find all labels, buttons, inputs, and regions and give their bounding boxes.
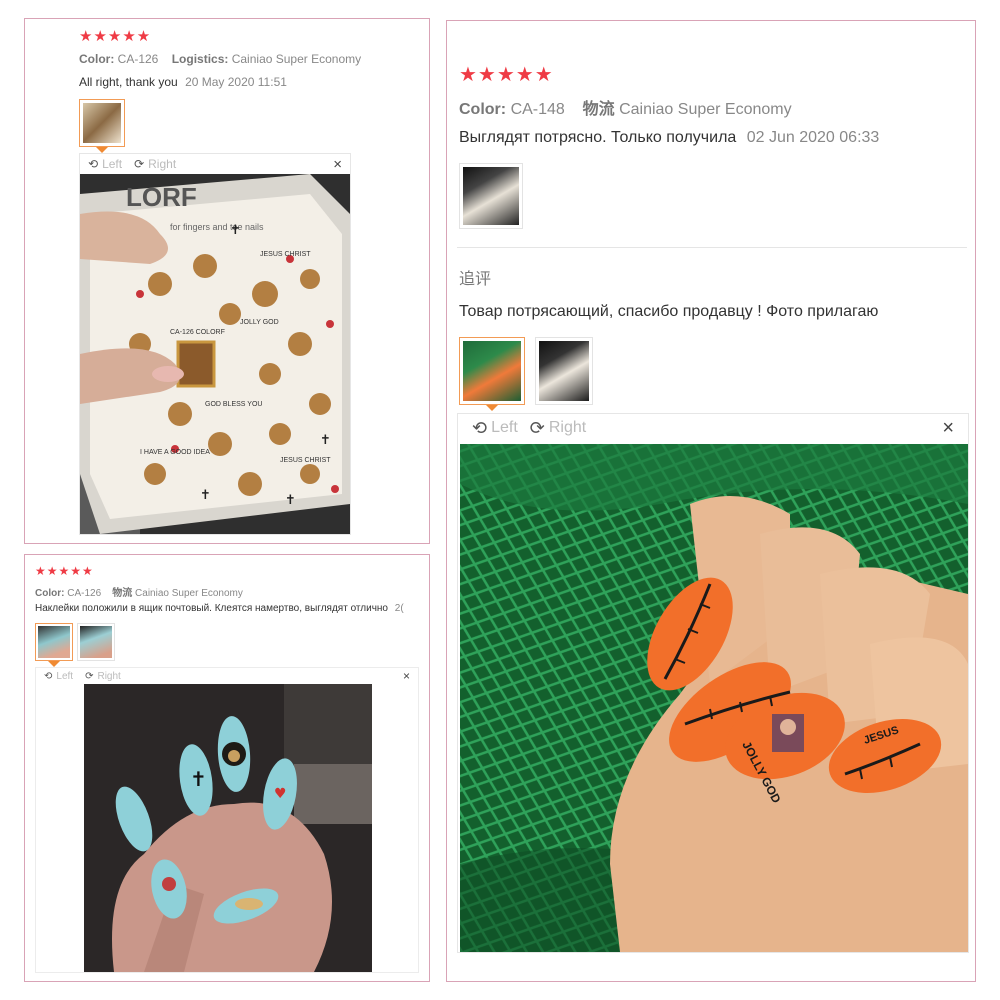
review-photo-blue-nails: ✝ ♥ bbox=[84, 684, 372, 972]
rotate-left-button[interactable]: ⟲ Left bbox=[44, 671, 73, 682]
sticker-text: GOD BLESS YOU bbox=[205, 401, 262, 408]
rotate-right-button[interactable]: ⟳ Right bbox=[530, 418, 586, 439]
svg-text:♥: ♥ bbox=[274, 786, 287, 802]
svg-text:✝: ✝ bbox=[200, 488, 211, 503]
close-icon[interactable]: × bbox=[403, 669, 410, 683]
brand-text: LORF bbox=[126, 182, 197, 212]
sticker-text: JESUS CHRIST bbox=[280, 457, 331, 464]
review-card-1: ★★★★★ Color: CA-126 Logistics: Cainiao S… bbox=[24, 18, 430, 544]
subtitle-text: for fingers and toe nails bbox=[170, 222, 264, 232]
viewer-toolbar: ⟲ Left ⟳ Right × bbox=[458, 414, 968, 442]
review-date: 02 Jun 2020 06:33 bbox=[746, 129, 880, 146]
photo-thumbnails bbox=[79, 99, 125, 153]
review-text: All right, thank you 20 May 2020 11:51 bbox=[79, 75, 287, 89]
review-body: Наклейки положили в ящик почтовый. Клеят… bbox=[35, 603, 388, 614]
color-value: CA-126 bbox=[117, 52, 159, 66]
photo-viewer: ⟲ Left ⟳ Right × ✝ ♥ bbox=[35, 667, 419, 973]
photo-viewer: ⟲ Left ⟳ Right × JOLLY GOD JESUS bbox=[457, 413, 969, 953]
logistics-label: 物流 bbox=[112, 588, 133, 599]
rotate-right-button[interactable]: ⟳ Right bbox=[134, 157, 176, 171]
logistics-value: Cainiao Super Economy bbox=[619, 101, 792, 118]
rotate-right-icon: ⟳ bbox=[529, 417, 545, 438]
review-meta: Color: CA-148 物流 Cainiao Super Economy bbox=[459, 95, 792, 119]
photo-thumbnail[interactable] bbox=[459, 337, 525, 411]
sticker-text: CA-126 COLORF bbox=[170, 329, 225, 336]
color-label: Color: bbox=[459, 101, 507, 118]
logistics-label: Logistics: bbox=[171, 52, 229, 66]
review-text: Выглядят потрясно. Только получила 02 Ju… bbox=[459, 129, 879, 147]
orange-nails-image: JOLLY GOD JESUS bbox=[460, 444, 968, 952]
photo-thumbnails bbox=[459, 163, 523, 229]
sticker-text: JESUS CHRIST bbox=[260, 251, 311, 258]
review-photo-sticker-sheet: LORF for fingers and toe nails ✝✝✝ ✝✝✝ bbox=[80, 174, 350, 534]
photo-thumbnail[interactable] bbox=[535, 337, 593, 405]
blue-nails-image: ✝ ♥ bbox=[84, 684, 372, 972]
color-value: CA-148 bbox=[510, 101, 565, 118]
color-label: Color: bbox=[79, 52, 115, 66]
svg-text:✝: ✝ bbox=[190, 767, 207, 791]
color-value: CA-126 bbox=[67, 588, 102, 599]
rotate-left-button[interactable]: ⟲ Left bbox=[88, 157, 122, 171]
sticker-text: JOLLY GOD bbox=[240, 319, 279, 326]
photo-thumbnail[interactable] bbox=[79, 99, 125, 153]
rating-stars: ★★★★★ bbox=[459, 64, 554, 86]
rating-stars: ★★★★★ bbox=[79, 28, 152, 45]
review-date: 20 May 2020 11:51 bbox=[185, 75, 287, 89]
review-body: All right, thank you bbox=[79, 75, 178, 89]
review-card-2: ★★★★★ Color: CA-148 物流 Cainiao Super Eco… bbox=[446, 20, 976, 982]
rotate-right-icon: ⟳ bbox=[85, 670, 94, 682]
followup-label: 追评 bbox=[459, 271, 492, 288]
viewer-toolbar: ⟲ Left ⟳ Right × bbox=[80, 154, 350, 174]
followup-text: Товар потрясающий, спасибо продавцу ! Фо… bbox=[459, 303, 879, 320]
rotate-left-icon: ⟲ bbox=[88, 157, 99, 171]
rotate-left-icon: ⟲ bbox=[472, 417, 488, 438]
svg-text:✝: ✝ bbox=[230, 223, 241, 238]
rotate-right-button[interactable]: ⟳ Right bbox=[85, 671, 121, 682]
photo-thumbnail[interactable] bbox=[77, 623, 115, 661]
close-icon[interactable]: × bbox=[942, 417, 954, 440]
sticker-text: I HAVE A GOOD IDEA bbox=[140, 449, 210, 456]
svg-text:✝: ✝ bbox=[285, 493, 296, 508]
review-date: 2( bbox=[394, 603, 404, 614]
review-meta: Color: CA-126 Logistics: Cainiao Super E… bbox=[79, 52, 361, 66]
rotate-left-icon: ⟲ bbox=[44, 670, 53, 682]
photo-thumbnail[interactable] bbox=[459, 163, 523, 229]
review-meta: Color: CA-126 物流 Cainiao Super Economy bbox=[35, 584, 243, 599]
sticker-sheet-image: LORF for fingers and toe nails ✝✝✝ ✝✝✝ bbox=[80, 174, 350, 534]
logistics-value: Cainiao Super Economy bbox=[135, 588, 243, 599]
rating-stars: ★★★★★ bbox=[35, 564, 94, 578]
photo-thumbnails bbox=[35, 623, 115, 667]
rotate-left-button[interactable]: ⟲ Left bbox=[472, 418, 518, 439]
logistics-label: 物流 bbox=[582, 101, 615, 118]
review-text: Наклейки положили в ящик почтовый. Клеят… bbox=[35, 603, 423, 614]
review-photo-orange-nails: JOLLY GOD JESUS bbox=[460, 444, 968, 952]
viewer-toolbar: ⟲ Left ⟳ Right × bbox=[36, 668, 418, 684]
photo-viewer: ⟲ Left ⟳ Right × LORF for fingers and toe … bbox=[79, 153, 351, 535]
rotate-right-icon: ⟳ bbox=[134, 157, 145, 171]
color-label: Color: bbox=[35, 588, 65, 599]
review-body: Выглядят потрясно. Только получила bbox=[459, 129, 737, 146]
svg-text:✝: ✝ bbox=[320, 433, 331, 448]
close-icon[interactable]: × bbox=[333, 156, 342, 173]
logistics-value: Cainiao Super Economy bbox=[231, 52, 362, 66]
section-divider bbox=[457, 247, 967, 248]
followup-thumbnails bbox=[459, 337, 593, 411]
photo-thumbnail[interactable] bbox=[35, 623, 73, 667]
review-card-3: ★★★★★ Color: CA-126 物流 Cainiao Super Eco… bbox=[24, 554, 430, 982]
